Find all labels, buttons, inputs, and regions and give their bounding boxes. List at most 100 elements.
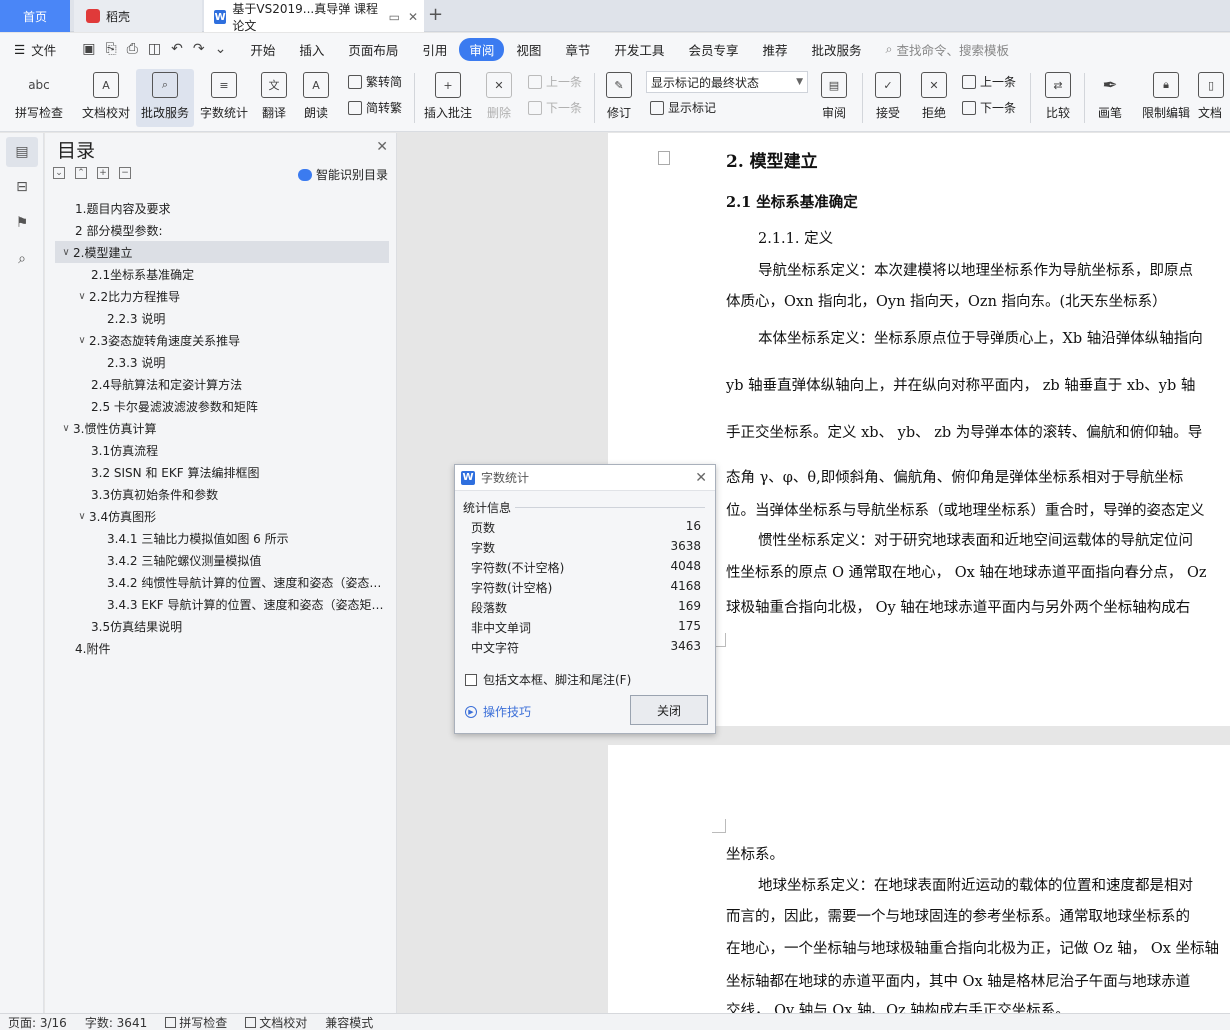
tab-home[interactable]: 首页 [0, 0, 70, 32]
close-icon[interactable]: ✕ [376, 139, 388, 155]
save-icon[interactable]: ▣ [82, 41, 95, 57]
file-menu[interactable]: ☰ 文件 [0, 40, 70, 59]
toc-item[interactable]: 2 部分模型参数: [45, 219, 397, 241]
track-changes-button[interactable]: ✎ 修订 [600, 69, 638, 127]
toc-item[interactable]: 3.2 SISN 和 EKF 算法编排框图 [45, 461, 397, 483]
print-icon[interactable]: ⎙ [127, 41, 138, 57]
word-count-indicator[interactable]: 字数: 3641 [85, 1014, 147, 1030]
next-change-button[interactable]: 下一条 [962, 99, 1016, 116]
pin-icon[interactable]: ▭ [389, 10, 400, 24]
correction-service-button[interactable]: ⌕ 批改服务 [136, 69, 194, 127]
dialog-title-bar[interactable]: W 字数统计 ✕ [455, 465, 715, 491]
new-tab-button[interactable]: + [428, 4, 443, 25]
tab-daoke[interactable]: 稻壳 [74, 0, 202, 32]
chevron-down-icon[interactable]: ∨ [75, 291, 89, 302]
toc-item[interactable]: 2.1坐标系基准确定 [45, 263, 397, 285]
more-icon[interactable]: ⌄ [215, 41, 227, 57]
simp-to-trad-button[interactable]: 简转繁 [348, 99, 402, 116]
toc-item[interactable]: ∨ 3.惯性仿真计算 [45, 417, 397, 439]
menu-recommend[interactable]: 推荐 [750, 40, 799, 59]
toc-item[interactable]: 3.4.2 三轴陀螺仪测量模拟值 [45, 549, 397, 571]
read-aloud-button[interactable]: A 朗读 [298, 69, 334, 127]
prev-comment-button[interactable]: 上一条 [528, 73, 582, 90]
toc-item[interactable]: ∨ 3.4仿真图形 [45, 505, 397, 527]
tab-document[interactable]: W 基于VS2019...真导弹 课程论文 ▭ ✕ [204, 0, 424, 33]
export-icon[interactable]: ⎘ [105, 41, 116, 57]
smart-toc-button[interactable]: 智能识别目录 [297, 166, 388, 183]
toc-item[interactable]: 3.5仿真结果说明 [45, 615, 397, 637]
collapse-all-icon[interactable]: ⌄ [53, 167, 65, 179]
delete-comment-button[interactable]: ✕ 删除 [480, 69, 518, 127]
command-search[interactable]: ⌕ 查找命令、搜索模板 [885, 40, 1009, 59]
page-indicator[interactable]: 页面: 3/16 [8, 1014, 67, 1030]
show-markup-button[interactable]: 显示标记 [650, 99, 716, 116]
pen-button[interactable]: ✒ 画笔 [1090, 69, 1130, 127]
accept-button[interactable]: ✓ 接受 [868, 69, 908, 127]
menu-insert[interactable]: 插入 [287, 40, 336, 59]
toc-item[interactable]: ∨ 2.模型建立 [55, 241, 389, 263]
checkbox-box[interactable] [465, 673, 477, 686]
include-textbox-checkbox[interactable]: 包括文本框、脚注和尾注(F) [465, 671, 631, 688]
markup-state-select[interactable]: 显示标记的最终状态 ▼ [646, 71, 808, 93]
close-tab-icon[interactable]: ✕ [408, 10, 418, 24]
chevron-down-icon[interactable]: ∨ [59, 247, 73, 258]
spell-check-button[interactable]: abc 拼写检查 [8, 69, 70, 127]
menu-section[interactable]: 章节 [553, 40, 602, 59]
undo-icon[interactable]: ↶ [171, 41, 183, 57]
page-doc-icon[interactable] [658, 151, 670, 165]
tips-link[interactable]: ▶ 操作技巧 [465, 703, 531, 720]
review-pane-button[interactable]: ▤ 审阅 [814, 69, 854, 127]
toc-item[interactable]: ∨ 2.3姿态旋转角速度关系推导 [45, 329, 397, 351]
toc-item[interactable]: 4.附件 [45, 637, 397, 659]
next-comment-button[interactable]: 下一条 [528, 99, 582, 116]
menu-page-layout[interactable]: 页面布局 [336, 40, 410, 59]
print-preview-icon[interactable]: ◫ [148, 41, 161, 57]
insert-comment-button[interactable]: + 插入批注 [420, 69, 476, 127]
menu-developer[interactable]: 开发工具 [602, 40, 676, 59]
menu-references[interactable]: 引用 [410, 40, 459, 59]
chevron-down-icon[interactable]: ∨ [75, 335, 89, 346]
menu-correction[interactable]: 批改服务 [799, 40, 873, 59]
remove-level-icon[interactable]: − [119, 167, 131, 179]
dialog-close-icon[interactable]: ✕ [695, 470, 707, 486]
toc-item[interactable]: 3.4.2 纯惯性导航计算的位置、速度和姿态（姿态… [45, 571, 397, 593]
chevron-down-icon[interactable]: ∨ [59, 423, 73, 434]
doc-proof-status[interactable]: 文档校对 [245, 1014, 307, 1030]
find-icon[interactable]: ⌕ [12, 249, 32, 269]
redo-icon[interactable]: ↷ [193, 41, 205, 57]
toc-item[interactable]: 2.5 卡尔曼滤波滤波参数和矩阵 [45, 395, 397, 417]
add-level-icon[interactable]: + [97, 167, 109, 179]
menu-review[interactable]: 审阅 [459, 37, 505, 61]
toc-item[interactable]: 2.4导航算法和定姿计算方法 [45, 373, 397, 395]
restrict-edit-button[interactable]: 🔒︎ 限制编辑 [1136, 69, 1196, 127]
toc-item[interactable]: ∨ 2.2比力方程推导 [45, 285, 397, 307]
chevron-down-icon[interactable]: ∨ [75, 511, 89, 522]
menu-start[interactable]: 开始 [238, 40, 287, 59]
toc-item[interactable]: 3.4.3 EKF 导航计算的位置、速度和姿态（姿态矩… [45, 593, 397, 615]
spell-check-status[interactable]: 拼写检查 [165, 1014, 227, 1030]
expand-all-icon[interactable]: ⌃ [75, 167, 87, 179]
compare-button[interactable]: ⇄ 比较 [1036, 69, 1080, 127]
document-page[interactable]: 坐标系。 地球坐标系定义：在地球表面附近运动的载体的位置和速度都是相对 而言的，… [608, 745, 1230, 1013]
bookmark-icon[interactable]: ⚑ [12, 213, 32, 233]
doc-rights-icon: ▯ [1198, 72, 1224, 98]
toc-item[interactable]: 1.题目内容及要求 [45, 197, 397, 219]
doc-proof-button[interactable]: A 文档校对 [78, 69, 134, 127]
doc-rights-button[interactable]: ▯ 文档 [1198, 69, 1230, 127]
toc-item[interactable]: 2.2.3 说明 [45, 307, 397, 329]
menu-view[interactable]: 视图 [504, 40, 553, 59]
word-count-button[interactable]: ≡ 字数统计 [196, 69, 252, 127]
structure-icon[interactable]: ⊟ [12, 177, 32, 197]
toc-item[interactable]: 3.1仿真流程 [45, 439, 397, 461]
translate-button[interactable]: 文 翻译 [254, 69, 294, 127]
toc-item[interactable]: 2.3.3 说明 [45, 351, 397, 373]
toc-item[interactable]: 3.4.1 三轴比力模拟值如图 6 所示 [45, 527, 397, 549]
toc-panel-icon[interactable]: ▤ [6, 137, 38, 167]
wps-writer-icon: W [461, 470, 475, 485]
dialog-close-button[interactable]: 关闭 [630, 695, 708, 725]
reject-button[interactable]: ✕ 拒绝 [914, 69, 954, 127]
prev-change-button[interactable]: 上一条 [962, 73, 1016, 90]
trad-to-simp-button[interactable]: 繁转简 [348, 73, 402, 90]
menu-member[interactable]: 会员专享 [676, 40, 750, 59]
toc-item[interactable]: 3.3仿真初始条件和参数 [45, 483, 397, 505]
